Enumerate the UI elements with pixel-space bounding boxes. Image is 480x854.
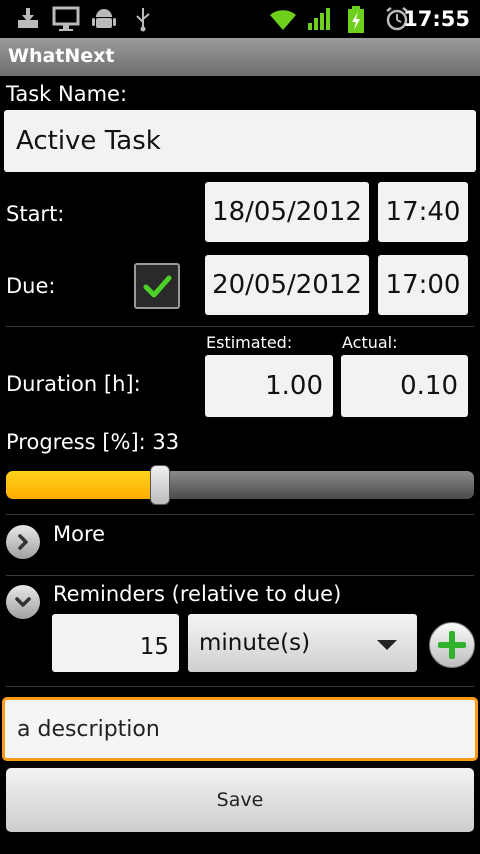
- actual-label: Actual:: [342, 333, 398, 352]
- task-name-value: Active Task: [16, 126, 161, 156]
- task-name-input[interactable]: Active Task: [4, 110, 476, 172]
- reminder-unit-value: minute(s): [199, 630, 311, 656]
- battery-charging-icon: [348, 6, 364, 33]
- save-button[interactable]: Save: [6, 768, 474, 832]
- due-time-value: 17:00: [385, 270, 461, 300]
- dropdown-arrow-icon: [377, 640, 397, 650]
- estimated-label: Estimated:: [206, 333, 293, 352]
- progress-slider-thumb[interactable]: [150, 465, 171, 505]
- start-time-value: 17:40: [385, 197, 461, 227]
- description-input[interactable]: a description: [2, 697, 478, 761]
- android-icon: [92, 9, 116, 28]
- monitor-icon: [52, 6, 80, 31]
- download-icon: [18, 8, 38, 28]
- reminders-label: Reminders (relative to due): [53, 582, 342, 606]
- due-date-value: 20/05/2012: [212, 270, 362, 300]
- wifi-icon: [270, 10, 296, 30]
- usb-icon: [136, 8, 150, 32]
- divider: [6, 575, 474, 576]
- start-label: Start:: [6, 202, 65, 226]
- progress-label: Progress [%]: 33: [6, 430, 179, 454]
- due-time-button[interactable]: 17:00: [378, 255, 468, 315]
- clock-time: 17:55: [403, 7, 470, 31]
- reminder-amount-input[interactable]: 15: [52, 614, 179, 672]
- divider: [6, 326, 474, 327]
- progress-value: 33: [152, 430, 180, 454]
- reminder-unit-dropdown[interactable]: minute(s): [188, 614, 417, 672]
- divider: [6, 514, 474, 515]
- progress-slider[interactable]: [6, 471, 474, 499]
- reminder-amount-value: 15: [139, 634, 169, 660]
- checkmark-icon: [143, 275, 172, 298]
- start-date-button[interactable]: 18/05/2012: [205, 182, 369, 242]
- plus-icon: [438, 631, 466, 659]
- due-date-button[interactable]: 20/05/2012: [205, 255, 369, 315]
- start-date-value: 18/05/2012: [212, 197, 362, 227]
- more-label[interactable]: More: [53, 522, 105, 546]
- status-bar: 17:55: [0, 0, 480, 38]
- due-label: Due:: [6, 274, 56, 298]
- divider: [6, 686, 474, 687]
- chevron-right-icon: [18, 534, 28, 550]
- actual-duration-value: 0.10: [400, 371, 458, 401]
- actual-duration-input[interactable]: 0.10: [341, 355, 468, 417]
- progress-label-text: Progress [%]:: [6, 430, 146, 454]
- chevron-down-icon: [15, 597, 31, 607]
- start-time-button[interactable]: 17:40: [378, 182, 468, 242]
- app-title-bar: WhatNext: [0, 38, 480, 76]
- estimated-duration-value: 1.00: [265, 371, 323, 401]
- add-reminder-button[interactable]: [429, 622, 475, 668]
- duration-label: Duration [h]:: [6, 372, 141, 396]
- progress-slider-fill: [6, 471, 161, 499]
- app-title: WhatNext: [8, 45, 115, 67]
- due-checkbox[interactable]: [134, 263, 180, 309]
- description-value: a description: [17, 716, 160, 742]
- reminders-collapse-button[interactable]: [6, 585, 40, 619]
- estimated-duration-input[interactable]: 1.00: [205, 355, 333, 417]
- task-name-label: Task Name:: [6, 82, 128, 106]
- more-expand-button[interactable]: [6, 525, 40, 559]
- save-button-label: Save: [216, 789, 264, 811]
- signal-icon: [308, 8, 330, 30]
